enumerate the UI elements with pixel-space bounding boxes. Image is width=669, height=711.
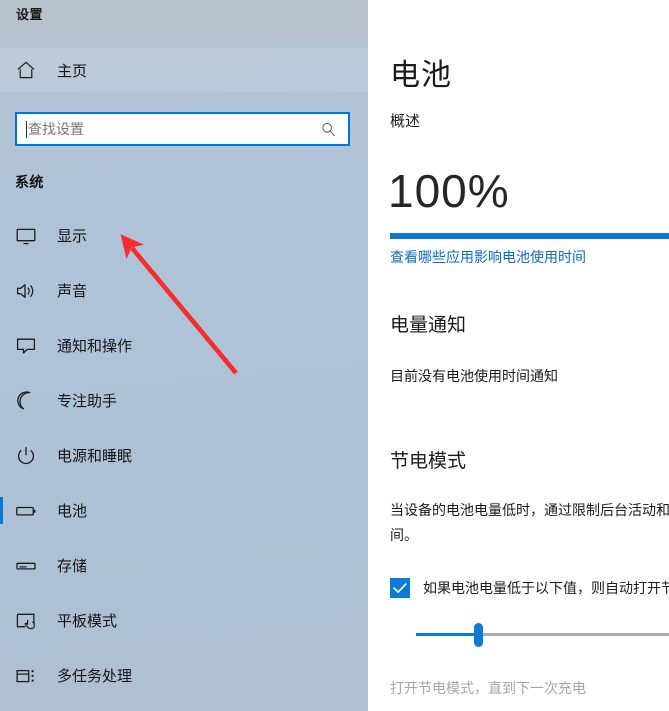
- selection-indicator: [0, 497, 3, 524]
- sidebar-item-storage-label: 存储: [57, 558, 88, 575]
- checkbox-checked-icon[interactable]: [390, 578, 410, 598]
- battery-usage-link[interactable]: 查看哪些应用影响电池使用时间: [390, 247, 586, 267]
- sidebar-item-home[interactable]: 主页: [0, 48, 368, 92]
- sidebar-item-notifications-label: 通知和操作: [57, 338, 133, 355]
- sidebar-group-heading: 系统: [15, 174, 44, 190]
- home-icon: [17, 61, 35, 79]
- battery-saver-slider[interactable]: [390, 622, 669, 648]
- moon-icon: [17, 390, 31, 409]
- app-title: 设置: [16, 7, 44, 22]
- sidebar-item-multitasking[interactable]: 多任务处理: [0, 648, 368, 703]
- search-icon[interactable]: [320, 121, 337, 138]
- chat-bubble-icon: [16, 338, 36, 354]
- storage-icon: [16, 562, 36, 570]
- multitask-icon: [16, 669, 34, 682]
- text-caret: [26, 120, 27, 138]
- power-icon: [17, 446, 35, 464]
- speaker-icon: [16, 283, 34, 298]
- sidebar-item-tablet-mode-label: 平板模式: [57, 613, 118, 630]
- battery-level-bar: [390, 233, 669, 239]
- sidebar-item-battery-label: 电池: [57, 503, 88, 520]
- sidebar-item-notifications[interactable]: 通知和操作: [0, 318, 368, 373]
- slider-fill: [416, 633, 478, 636]
- battery-percentage: 100%: [388, 165, 510, 217]
- search-input[interactable]: 查找设置: [15, 112, 350, 146]
- sidebar-item-display-label: 显示: [57, 228, 88, 245]
- monitor-icon: [16, 228, 36, 244]
- page-title: 电池: [390, 59, 452, 92]
- navigation-pane: 设置 主页 查找设置 系统 显示 声音 通知和操作 专注助手 电源和睡眠 电池 …: [0, 0, 368, 711]
- notification-heading: 电量通知: [390, 315, 467, 336]
- tablet-icon: [16, 613, 35, 629]
- sidebar-item-tablet-mode[interactable]: 平板模式: [0, 593, 368, 648]
- sidebar-item-storage[interactable]: 存储: [0, 538, 368, 593]
- battery-saver-heading: 节电模式: [390, 451, 467, 472]
- sidebar-item-power-sleep-label: 电源和睡眠: [57, 448, 133, 465]
- sidebar-item-multitasking-label: 多任务处理: [57, 668, 133, 685]
- overview-heading: 概述: [390, 113, 421, 130]
- battery-saver-checkbox-label: 如果电池电量低于以下值，则自动打开节电模式：: [423, 580, 669, 596]
- sidebar-item-focus-assist[interactable]: 专注助手: [0, 373, 368, 428]
- sidebar-item-home-label: 主页: [57, 62, 88, 80]
- title-bar: [0, 0, 368, 40]
- sidebar-item-focus-assist-label: 专注助手: [57, 393, 118, 410]
- sidebar-nav-list: 显示 声音 通知和操作 专注助手 电源和睡眠 电池 存储 平板模式 多任务处理: [0, 208, 368, 703]
- sidebar-item-sound-label: 声音: [57, 283, 88, 300]
- battery-saver-checkbox-row[interactable]: 如果电池电量低于以下值，则自动打开节电模式：: [390, 578, 669, 598]
- battery-saver-footnote: 打开节电模式，直到下一次充电: [390, 680, 586, 696]
- content-pane: 电池 概述 100% 查看哪些应用影响电池使用时间 电量通知 目前没有电池使用时…: [368, 0, 669, 711]
- battery-saver-description: 当设备的电池电量低时，通过限制后台活动和推送通知来延长电池使用时间。: [390, 502, 669, 543]
- settings-window: 设置 主页 查找设置 系统 显示 声音 通知和操作 专注助手 电源和睡眠 电池 …: [0, 0, 669, 711]
- slider-thumb[interactable]: [474, 623, 483, 647]
- sidebar-item-sound[interactable]: 声音: [0, 263, 368, 318]
- sidebar-item-battery[interactable]: 电池: [0, 483, 368, 538]
- notification-text: 目前没有电池使用时间通知: [390, 368, 558, 384]
- sidebar-item-power-sleep[interactable]: 电源和睡眠: [0, 428, 368, 483]
- sidebar-item-display[interactable]: 显示: [0, 208, 368, 263]
- battery-icon: [16, 506, 36, 516]
- search-placeholder: 查找设置: [28, 121, 84, 137]
- battery-level-fill: [390, 233, 669, 239]
